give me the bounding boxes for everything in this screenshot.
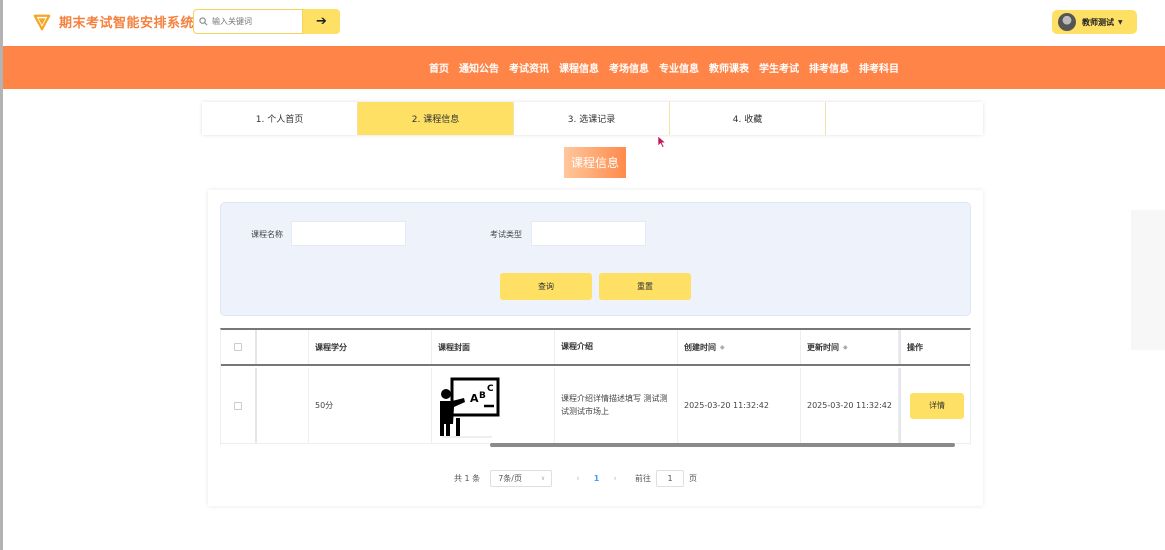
filter-panel: 课程名称 考试类型 查询 重置 — [220, 202, 971, 316]
svg-text:A: A — [470, 392, 479, 405]
side-panel-edge — [1131, 210, 1165, 350]
sort-icon[interactable]: ◆ — [843, 344, 848, 351]
svg-text:B: B — [479, 391, 486, 401]
row-intro: 课程介绍详情描述填写 测试测试测试市场上 — [555, 368, 678, 443]
header-intro: 课程介绍 — [555, 330, 678, 364]
nav-item-exam-subjects[interactable]: 排考科目 — [859, 60, 899, 75]
tab-course-info[interactable]: 2. 课程信息 — [358, 102, 514, 135]
nav-item-home[interactable]: 首页 — [429, 60, 449, 75]
user-menu[interactable]: 教师测试 ▼ — [1052, 10, 1137, 34]
nav-item-exam-arrangement[interactable]: 排考信息 — [809, 60, 849, 75]
course-name-label: 课程名称 — [251, 230, 283, 239]
arrow-right-icon: ➔ — [316, 14, 327, 29]
goto-suffix: 页 — [688, 474, 697, 483]
table-header: 课程学分 课程封面 课程介绍 创建时间 ◆ 更新时间 ◆ 操作 — [221, 330, 970, 366]
select-all-checkbox[interactable] — [234, 343, 242, 351]
app-title: 期末考试智能安排系统 — [59, 16, 195, 31]
top-header: 期末考试智能安排系统 ➔ 教师测试 ▼ — [3, 0, 1165, 46]
row-index-cell — [257, 368, 309, 443]
caret-down-icon: ▼ — [1118, 18, 1123, 26]
row-select-cell — [221, 368, 257, 443]
nav-item-exam-rooms[interactable]: 考场信息 — [609, 60, 649, 75]
sort-icon[interactable]: ◆ — [720, 344, 725, 351]
select-all-cell — [221, 330, 257, 364]
tab-empty — [826, 102, 983, 135]
logo-icon — [33, 14, 51, 30]
reset-button[interactable]: 重置 — [599, 273, 691, 300]
page-size-value: 7条/页 — [498, 474, 522, 483]
nav-item-student-exams[interactable]: 学生考试 — [759, 60, 799, 75]
header-created[interactable]: 创建时间 ◆ — [678, 330, 801, 364]
goto-page-input[interactable]: 1 — [655, 470, 684, 487]
tab-enrollment-records[interactable]: 3. 选课记录 — [514, 102, 670, 135]
chevron-down-icon: ∨ — [540, 475, 546, 482]
course-name-input[interactable] — [291, 221, 406, 246]
row-actions: 详情 — [899, 368, 970, 443]
section-title: 课程信息 — [564, 147, 626, 178]
search-bar: ➔ — [193, 9, 340, 34]
goto-prefix: 前往 — [634, 474, 651, 483]
row-created: 2025-03-20 11:32:42 — [678, 368, 801, 443]
pagination: 共 1 条 7条/页 ∨ ‹ 1 › 前往 1 页 — [208, 470, 983, 487]
header-cover: 课程封面 — [432, 330, 555, 364]
course-table: 课程学分 课程封面 课程介绍 创建时间 ◆ 更新时间 ◆ 操作 50分 A B … — [220, 328, 971, 445]
pager-total: 共 1 条 — [454, 474, 481, 483]
profile-tabs: 1. 个人首页 2. 课程信息 3. 选课记录 4. 收藏 — [202, 102, 983, 135]
teacher-blackboard-icon: A B C — [438, 373, 502, 438]
row-updated: 2025-03-20 11:32:42 — [801, 368, 899, 443]
nav-item-notices[interactable]: 通知公告 — [459, 60, 499, 75]
header-created-label: 创建时间 — [684, 342, 716, 352]
nav-item-courses[interactable]: 课程信息 — [559, 60, 599, 75]
user-name: 教师测试 — [1082, 17, 1114, 27]
mouse-cursor-icon — [657, 136, 667, 148]
row-cover-cell: A B C — [432, 368, 555, 443]
course-card: 课程名称 考试类型 查询 重置 课程学分 课程封面 课程介绍 创建时间 ◆ 更新… — [208, 190, 983, 506]
search-icon — [199, 17, 208, 26]
nav-item-majors[interactable]: 专业信息 — [659, 60, 699, 75]
query-button[interactable]: 查询 — [500, 273, 592, 300]
svg-text:C: C — [487, 384, 494, 394]
header-updated[interactable]: 更新时间 ◆ — [801, 330, 899, 364]
tab-favorites[interactable]: 4. 收藏 — [670, 102, 826, 135]
search-button[interactable]: ➔ — [303, 9, 340, 34]
page-number[interactable]: 1 — [594, 474, 600, 483]
logo[interactable]: 期末考试智能安排系统 — [33, 12, 194, 31]
header-actions: 操作 — [899, 330, 970, 364]
header-updated-label: 更新时间 — [807, 342, 839, 352]
detail-button[interactable]: 详情 — [910, 392, 964, 419]
page-size-select[interactable]: 7条/页 ∨ — [490, 470, 553, 487]
table-row: 50分 A B C 课程介绍详情描述填写 测试测试测试市场上 2025-03-2… — [221, 368, 970, 444]
nav-item-teacher-schedule[interactable]: 教师课表 — [709, 60, 749, 75]
table-scrollbar[interactable] — [490, 443, 955, 447]
header-credit: 课程学分 — [309, 330, 432, 364]
prev-page-icon[interactable]: ‹ — [576, 474, 580, 484]
nav-item-exam-news[interactable]: 考试资讯 — [509, 60, 549, 75]
tab-personal-home[interactable]: 1. 个人首页 — [202, 102, 358, 135]
row-checkbox[interactable] — [234, 401, 242, 410]
main-nav: 首页 通知公告 考试资讯 课程信息 考场信息 专业信息 教师课表 学生考试 排考… — [3, 46, 1165, 89]
search-field[interactable] — [193, 9, 303, 34]
exam-type-input[interactable] — [531, 221, 646, 246]
app-root: 期末考试智能安排系统 ➔ 教师测试 ▼ 首页 通知公告 考试资讯 课程信息 考 — [0, 0, 1165, 550]
exam-type-label: 考试类型 — [490, 230, 522, 239]
header-index — [257, 330, 309, 364]
next-page-icon[interactable]: › — [613, 474, 617, 484]
row-credit: 50分 — [309, 368, 432, 443]
avatar — [1058, 13, 1076, 31]
search-input[interactable] — [212, 17, 302, 26]
